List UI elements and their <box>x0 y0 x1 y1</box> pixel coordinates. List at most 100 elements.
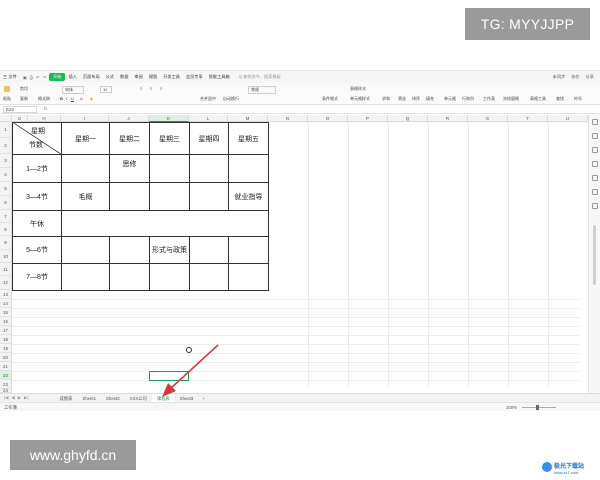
sum-button[interactable]: 求和 <box>382 96 390 102</box>
cell-style-button[interactable]: 单元格样式 <box>350 96 370 102</box>
bold-icon[interactable]: B <box>60 96 63 101</box>
function-icon[interactable]: fx <box>44 106 48 111</box>
schedule-cell[interactable]: 毛概 <box>61 182 110 211</box>
underline-icon[interactable]: U <box>71 96 74 101</box>
cells-button[interactable]: 单元格 <box>444 96 456 102</box>
format-painter-button[interactable]: 格式刷 <box>38 96 50 102</box>
redo-icon[interactable]: ↷ <box>43 75 47 80</box>
column-header-selected[interactable]: K <box>149 115 189 122</box>
day-header[interactable]: 星期四 <box>189 122 229 155</box>
row-header[interactable]: 19 <box>0 344 12 353</box>
menu-tab-page-layout[interactable]: 页面布局 <box>80 74 103 80</box>
zoom-slider-track[interactable] <box>522 407 556 408</box>
schedule-cell[interactable] <box>228 263 269 291</box>
period-label[interactable]: 3—4节 <box>12 182 62 211</box>
prev-sheet-icon[interactable]: ◀ <box>11 395 14 401</box>
row-header[interactable]: 1 <box>0 122 12 138</box>
column-header[interactable]: I <box>61 115 109 122</box>
column-header[interactable]: Q <box>388 115 428 122</box>
column-header[interactable]: G <box>12 115 28 122</box>
table-style-button[interactable]: 表格样式 <box>350 86 366 92</box>
column-header[interactable]: U <box>548 115 588 122</box>
merge-center-button[interactable]: 合并居中 <box>200 96 216 102</box>
copy-button[interactable]: 复制 <box>20 96 28 102</box>
last-sheet-icon[interactable]: ▶| <box>24 395 28 401</box>
select-icon[interactable] <box>592 119 598 125</box>
command-search[interactable]: Q 查找命令、搜索模板 <box>239 74 281 80</box>
column-header[interactable]: O <box>308 115 348 122</box>
find-button[interactable]: 查找 <box>556 96 564 102</box>
menu-tab-formulas[interactable]: 公式 <box>103 74 117 80</box>
list-icon[interactable] <box>592 203 598 209</box>
row-header[interactable]: 2 <box>0 138 12 154</box>
share-button[interactable]: 分享 <box>586 74 594 80</box>
schedule-cell[interactable]: 思修 <box>109 154 150 183</box>
period-label[interactable]: 5—6节 <box>12 236 62 264</box>
schedule-cell[interactable] <box>149 182 190 211</box>
schedule-cell[interactable] <box>189 182 229 211</box>
undo-icon[interactable]: ↶ <box>36 75 40 80</box>
file-menu[interactable]: 三 文件 <box>0 74 20 80</box>
schedule-cell[interactable]: 就业指导 <box>228 182 269 211</box>
row-header[interactable]: 6 <box>0 196 12 210</box>
vertical-scrollbar[interactable] <box>593 225 596 285</box>
schedule-cell[interactable] <box>109 182 150 211</box>
column-header[interactable]: R <box>428 115 468 122</box>
row-header[interactable]: 12 <box>0 276 12 290</box>
paste-icon[interactable] <box>4 86 10 92</box>
select-all-corner[interactable] <box>0 115 12 122</box>
fill-color-icon[interactable]: ◆ <box>90 96 93 101</box>
row-header-selected[interactable]: 22 <box>0 371 12 380</box>
name-box[interactable]: E22 <box>3 106 37 113</box>
row-header[interactable]: 18 <box>0 335 12 344</box>
menu-tab-member[interactable]: 会员专享 <box>183 74 206 80</box>
worksheet-button[interactable]: 工作表 <box>483 96 495 102</box>
schedule-cell[interactable] <box>149 263 190 291</box>
collaborate-button[interactable]: 协作 <box>571 74 579 80</box>
menu-tab-view[interactable]: 视图 <box>146 74 160 80</box>
column-header[interactable]: H <box>28 115 61 122</box>
column-header[interactable]: T <box>508 115 548 122</box>
first-sheet-icon[interactable]: |◀ <box>4 395 8 401</box>
schedule-cell[interactable] <box>61 236 110 264</box>
period-label[interactable]: 1—2节 <box>12 154 62 183</box>
row-header[interactable]: 17 <box>0 326 12 335</box>
menu-tab-review[interactable]: 审阅 <box>131 74 145 80</box>
schedule-cell[interactable] <box>109 236 150 264</box>
align-bottom-icon[interactable]: ≡ <box>160 86 162 91</box>
row-header[interactable]: 4 <box>0 168 12 182</box>
schedule-cell[interactable] <box>189 154 229 183</box>
table-tools-button[interactable]: 表格工具 <box>530 96 546 102</box>
filter-button[interactable]: 筛选 <box>398 96 406 102</box>
location-icon[interactable] <box>592 175 598 181</box>
menu-tab-smart-tools[interactable]: 智能工具箱 <box>206 74 233 80</box>
next-sheet-icon[interactable]: ▶ <box>18 395 21 401</box>
row-header[interactable]: 3 <box>0 154 12 168</box>
column-header[interactable]: N <box>268 115 308 122</box>
style-icon[interactable] <box>592 161 598 167</box>
zoom-slider-handle[interactable] <box>536 405 539 410</box>
row-header[interactable]: 11 <box>0 263 12 276</box>
menu-tab-insert[interactable]: 插入 <box>65 74 79 80</box>
paste-label[interactable]: 粘贴 <box>3 96 11 102</box>
font-name-select[interactable]: 宋体 <box>62 86 84 94</box>
row-header[interactable]: 5 <box>0 182 12 196</box>
symbol-button[interactable]: 符号 <box>574 96 582 102</box>
row-header[interactable]: 16 <box>0 317 12 326</box>
lunch-merged-cell[interactable] <box>61 210 269 237</box>
zoom-level[interactable]: 100% <box>506 405 517 410</box>
row-header[interactable]: 13 <box>0 290 12 299</box>
schedule-cell[interactable] <box>228 154 269 183</box>
fill-button[interactable]: 填充 <box>426 96 434 102</box>
row-header[interactable]: 7 <box>0 210 12 223</box>
pencil-icon[interactable] <box>592 133 598 139</box>
schedule-cell[interactable] <box>189 263 229 291</box>
number-format-select[interactable]: 常规 <box>248 86 276 94</box>
sort-button[interactable]: 排序 <box>412 96 420 102</box>
row-header[interactable]: 9 <box>0 236 12 250</box>
day-header[interactable]: 星期三 <box>149 122 190 155</box>
row-header[interactable]: 10 <box>0 250 12 263</box>
save-icon[interactable]: ▣ <box>23 75 27 80</box>
row-header[interactable]: 14 <box>0 299 12 308</box>
schedule-cell[interactable] <box>61 263 110 291</box>
